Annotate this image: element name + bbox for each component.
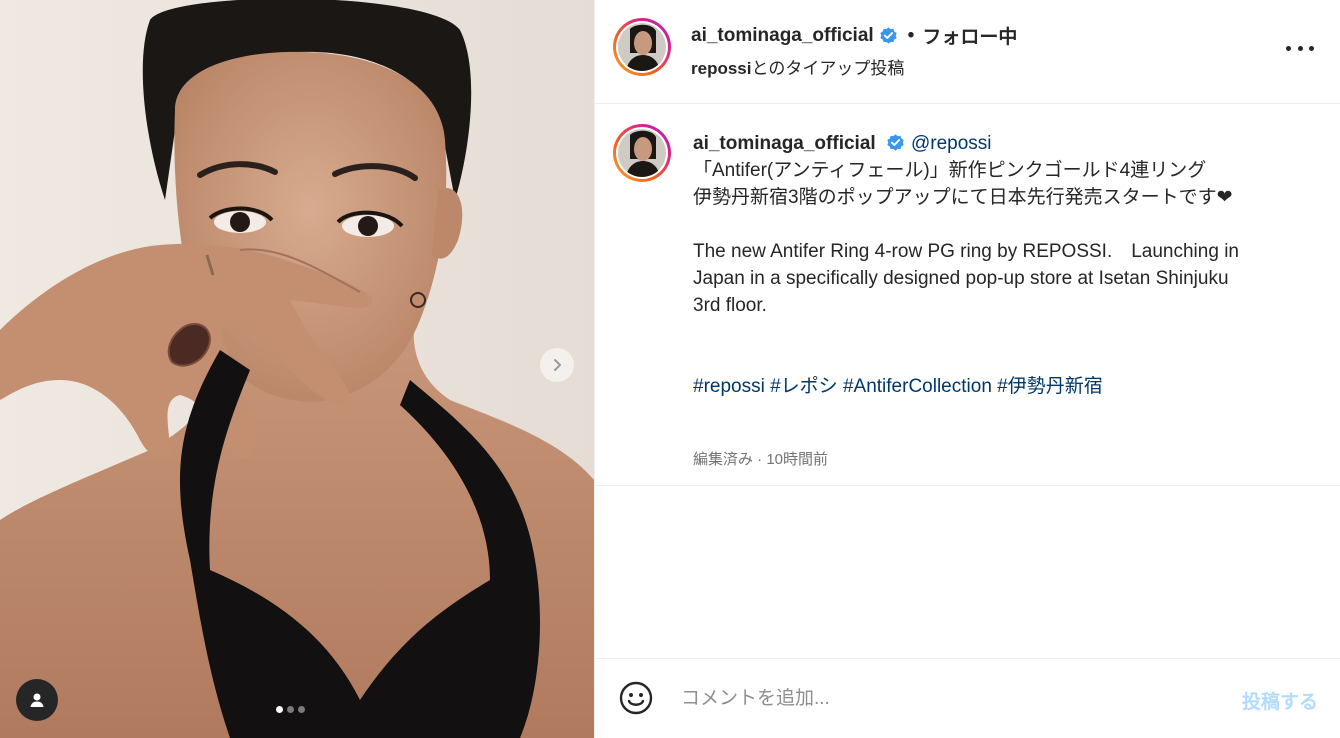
hashtag-list: #repossi #レポシ #AntiferCollection #伊勢丹新宿 bbox=[693, 373, 1313, 400]
caption-line: Japan in a specifically designed pop-up … bbox=[693, 268, 1229, 289]
more-options-icon bbox=[1286, 45, 1291, 51]
carousel-dot-2 bbox=[287, 706, 294, 713]
caption-section: ai_tominaga_official @repossi 「Antifer(ア… bbox=[595, 104, 1340, 486]
following-button[interactable]: フォロー中 bbox=[922, 22, 1017, 49]
author-username[interactable]: ai_tominaga_official bbox=[691, 25, 874, 47]
caption-line: 3rd floor. bbox=[693, 295, 767, 316]
caption-line: 伊勢丹新宿3階のポップアップにて日本先行発売スタートです❤ bbox=[693, 187, 1233, 208]
hashtag-link[interactable]: #AntiferCollection bbox=[843, 376, 992, 397]
paid-partnership-label: repossiとのタイアップ投稿 bbox=[691, 54, 904, 79]
caption-line: The new Antifer Ring 4-row PG ring by RE… bbox=[693, 241, 1239, 262]
author-avatar[interactable] bbox=[613, 18, 671, 76]
avatar-photo bbox=[618, 129, 666, 177]
post-media[interactable] bbox=[0, 0, 594, 738]
caption-author-avatar[interactable] bbox=[613, 124, 671, 182]
user-tag-icon bbox=[30, 693, 44, 707]
post-photo bbox=[0, 0, 594, 738]
post-sidebar: ai_tominaga_official • フォロー中 repossiとのタイ… bbox=[594, 0, 1340, 738]
user-tags-button[interactable] bbox=[16, 679, 58, 721]
caption-line: 「Antifer(アンティフェール)」新作ピンクゴールド4連リング bbox=[693, 160, 1207, 181]
verified-badge-icon bbox=[887, 134, 904, 151]
post-comment-button[interactable]: 投稿する bbox=[1242, 687, 1318, 714]
carousel-indicator bbox=[276, 706, 305, 713]
comment-bar: 投稿する bbox=[595, 658, 1340, 738]
partnership-suffix: とのタイアップ投稿 bbox=[751, 59, 905, 78]
avatar-photo bbox=[618, 23, 666, 71]
caption-text: ai_tominaga_official @repossi 「Antifer(ア… bbox=[693, 130, 1313, 400]
carousel-next-button[interactable] bbox=[540, 348, 574, 382]
post-header: ai_tominaga_official • フォロー中 repossiとのタイ… bbox=[595, 0, 1340, 104]
hashtag-link[interactable]: #repossi bbox=[693, 376, 765, 397]
carousel-dot-3 bbox=[298, 706, 305, 713]
more-options-button[interactable] bbox=[1286, 38, 1314, 58]
emoji-icon[interactable] bbox=[619, 681, 653, 715]
partner-username[interactable]: repossi bbox=[691, 59, 751, 78]
hashtag-link[interactable]: #レポシ bbox=[770, 376, 838, 397]
comment-input[interactable] bbox=[679, 681, 1203, 717]
comments-list bbox=[595, 486, 1340, 658]
post-meta-timestamp: 編集済み · 10時間前 bbox=[693, 451, 829, 468]
separator-dot: • bbox=[907, 24, 915, 46]
mention-link[interactable]: @repossi bbox=[911, 133, 992, 154]
carousel-dot-1 bbox=[276, 706, 283, 713]
caption-author-username[interactable]: ai_tominaga_official bbox=[693, 133, 876, 154]
post-viewer: ai_tominaga_official • フォロー中 repossiとのタイ… bbox=[0, 0, 1340, 738]
chevron-right-icon bbox=[554, 359, 561, 371]
hashtag-link[interactable]: #伊勢丹新宿 bbox=[997, 376, 1103, 397]
verified-badge-icon bbox=[880, 27, 897, 44]
